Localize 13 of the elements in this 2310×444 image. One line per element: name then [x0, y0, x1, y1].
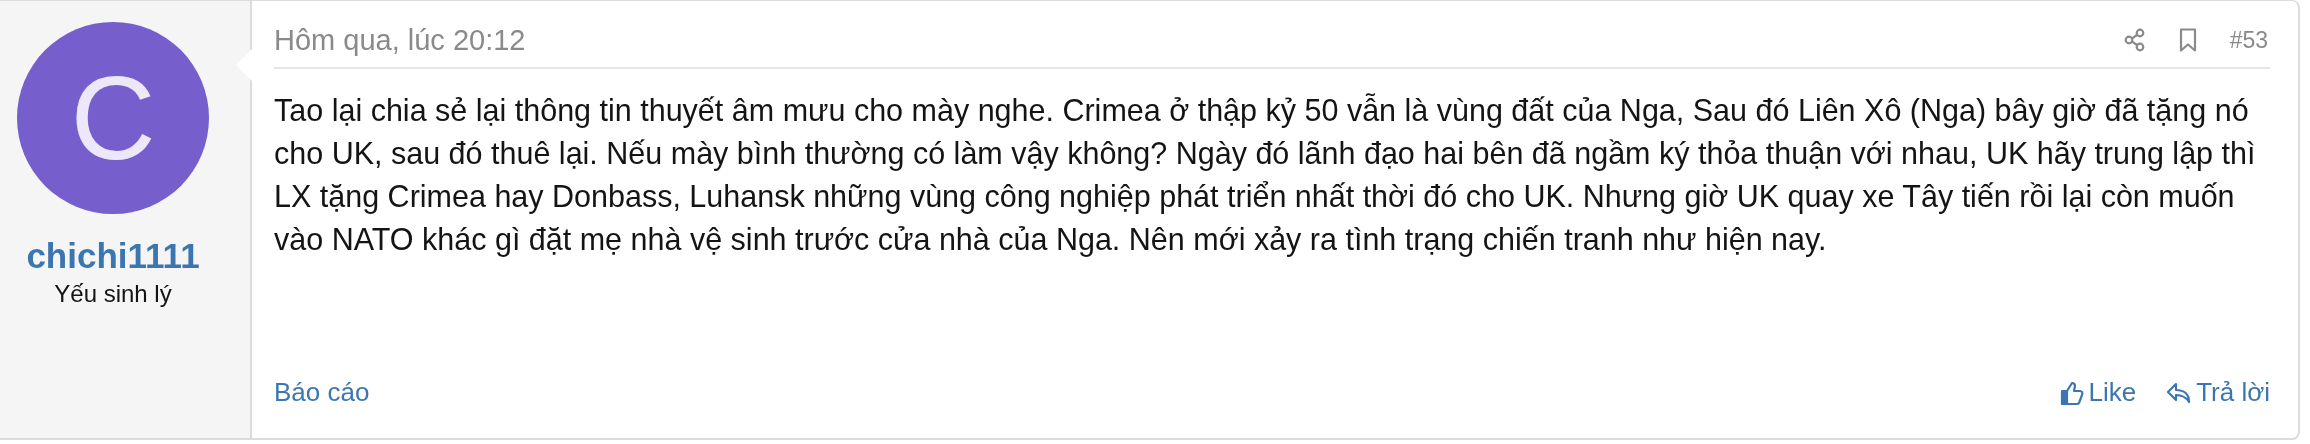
post-number-link[interactable]: #53	[2229, 26, 2268, 54]
reply-icon	[2166, 380, 2193, 405]
avatar: C	[17, 22, 209, 214]
post-date: Hôm qua, lúc 20:12	[274, 23, 526, 57]
user-title: Yếu sinh lý	[54, 280, 172, 308]
like-link[interactable]: Like	[2060, 377, 2137, 408]
thumbs-up-icon	[2060, 379, 2085, 406]
bookmark-icon[interactable]	[2178, 28, 2197, 52]
reply-link[interactable]: Trả lời	[2166, 377, 2270, 408]
username-link[interactable]: chichi1111	[26, 236, 200, 276]
report-link[interactable]: Báo cáo	[274, 377, 370, 408]
share-icon[interactable]	[2123, 28, 2146, 52]
post-text: Tao lại chia sẻ lại thông tin thuyết âm mưu cho mày nghe. Crimea ở thập kỷ 50 vẫn là vùng đất của Nga, Sau đó Liên Xô (Nga) bây giờ đã tặng nó cho UK, sau đó thuê lại. Nếu mày bình thường có làm vậy không? Ngày đó lãnh đạo hai bên đã ngầm ký thỏa thuận với nhau, UK hãy trung lập thì LX tặng Crimea hay Donbass, Luhansk những vùng công nghiệp phát triển nhất thời đó cho UK. Nhưng giờ UK quay xe Tây tiến rồi lại còn muốn vào NATO khác gì đặt mẹ nhà vệ sinh trước cửa nhà của Nga. Nên mới xảy ra tình trạng chiến tranh như hiện nay.	[274, 92, 2257, 259]
